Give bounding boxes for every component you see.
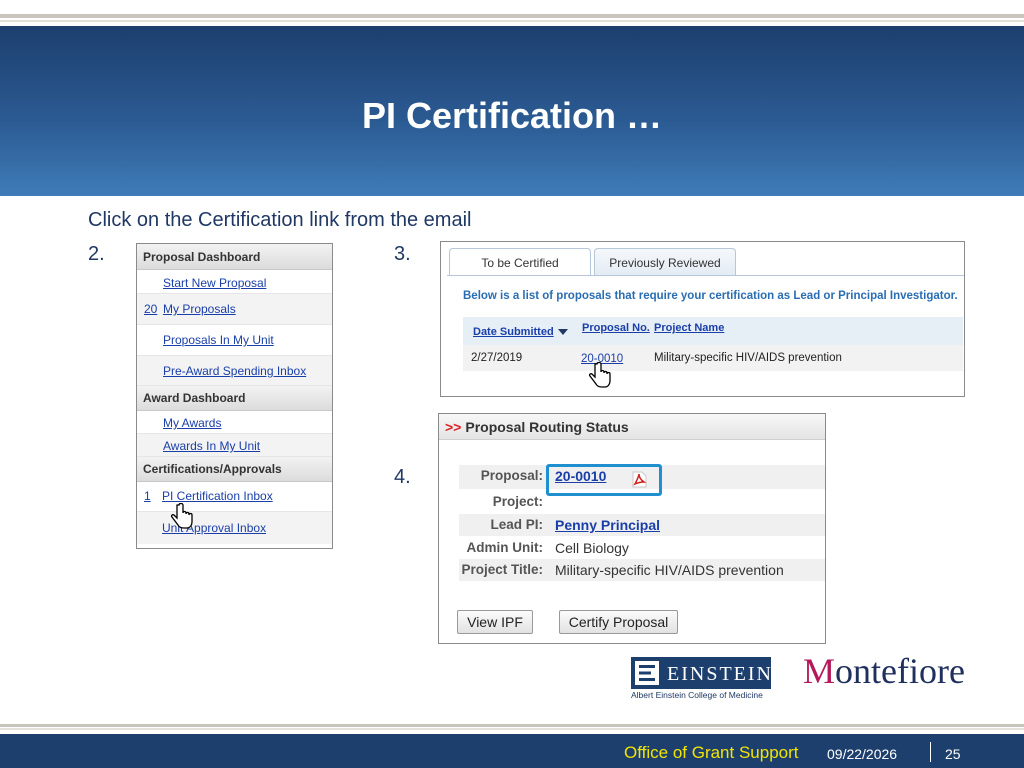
proposal-routing-panel: >> Proposal Routing Status Proposal: 20-0… <box>438 413 826 644</box>
montefiore-logo: Montefiore <box>803 650 965 692</box>
cell-date-submitted: 2/27/2019 <box>471 352 523 364</box>
routing-heading-label: Proposal Routing Status <box>465 419 629 435</box>
pdf-icon[interactable] <box>631 471 647 488</box>
column-header-label[interactable]: Date Submitted <box>473 326 554 338</box>
sidebar-item-label[interactable]: Start New Proposal <box>163 276 266 290</box>
field-row-project-title: Project Title: Military-specific HIV/AID… <box>459 559 825 581</box>
sidebar-item-label[interactable]: My Proposals <box>163 302 236 316</box>
top-rule <box>0 14 1024 18</box>
table-header: Date Submitted Proposal No. Project Name <box>463 317 963 345</box>
lead-pi-link[interactable]: Penny Principal <box>555 517 660 533</box>
footer-bar: Office of Grant Support 09/22/2026 25 <box>0 734 1024 768</box>
top-rule-thin <box>0 20 1024 22</box>
certification-description: Below is a list of proposals that requir… <box>463 290 958 302</box>
sidebar-item-start-new-proposal[interactable]: Start New Proposal <box>137 270 332 294</box>
count-badge[interactable]: 1 <box>144 487 151 505</box>
field-row-lead-pi: Lead PI: Penny Principal <box>459 514 825 536</box>
sidebar-item-pre-award-spending-inbox[interactable]: Pre-Award Spending Inbox <box>137 356 332 386</box>
section-heading-award-dashboard: Award Dashboard <box>137 386 332 411</box>
column-header-date-submitted[interactable]: Date Submitted <box>473 326 568 338</box>
slide-title: PI Certification … <box>361 95 663 136</box>
view-ipf-button[interactable]: View IPF <box>457 610 533 634</box>
footer-office: Office of Grant Support <box>624 743 799 762</box>
sidebar-item-my-proposals[interactable]: 20 My Proposals <box>137 294 332 325</box>
dashboard-sidebar: Proposal Dashboard Start New Proposal 20… <box>136 243 333 549</box>
step-label-3: 3. <box>394 243 411 265</box>
hand-cursor-icon <box>588 362 611 388</box>
field-value: Military-specific HIV/AIDS prevention <box>555 562 784 578</box>
sidebar-item-label[interactable]: Awards In My Unit <box>163 439 260 453</box>
double-arrow-icon: >> <box>445 419 462 435</box>
tab-divider <box>447 275 964 276</box>
einstein-logo: EINSTEIN <box>631 657 771 689</box>
certify-proposal-button[interactable]: Certify Proposal <box>559 610 678 634</box>
montefiore-wordmark: ontefiore <box>835 651 965 691</box>
table-row: 2/27/2019 20-0010 Military-specific HIV/… <box>463 345 963 371</box>
einstein-subtitle: Albert Einstein College of Medicine <box>631 690 763 700</box>
section-heading-proposal-dashboard: Proposal Dashboard <box>137 244 332 270</box>
field-label: Project Title: <box>461 562 543 577</box>
field-label: Project: <box>492 494 543 509</box>
section-heading-certifications-approvals: Certifications/Approvals <box>137 457 332 482</box>
routing-heading: >> Proposal Routing Status <box>439 414 825 440</box>
field-value: Cell Biology <box>555 540 629 556</box>
tab-to-be-certified[interactable]: To be Certified <box>449 248 591 276</box>
sidebar-item-pi-certification-inbox[interactable]: 1 PI Certification Inbox <box>137 482 332 512</box>
sidebar-item-proposals-in-my-unit[interactable]: Proposals In My Unit <box>137 325 332 356</box>
sidebar-item-label[interactable]: My Awards <box>163 416 221 430</box>
sidebar-item-label[interactable]: Proposals In My Unit <box>163 333 274 347</box>
sidebar-item-awards-in-my-unit[interactable]: Awards In My Unit <box>137 434 332 457</box>
field-label: Proposal: <box>480 468 543 483</box>
step-label-4: 4. <box>394 466 411 488</box>
certification-list-panel: To be Certified Previously Reviewed Belo… <box>440 241 965 397</box>
footer-date: 09/22/2026 <box>827 746 898 762</box>
tab-previously-reviewed[interactable]: Previously Reviewed <box>594 248 736 276</box>
sidebar-item-label[interactable]: Pre-Award Spending Inbox <box>163 364 306 378</box>
column-header-project-name[interactable]: Project Name <box>654 322 724 334</box>
field-label: Admin Unit: <box>466 540 544 555</box>
montefiore-initial: M <box>803 651 836 691</box>
einstein-wordmark: EINSTEIN <box>667 663 773 685</box>
sidebar-item-unit-approval-inbox[interactable]: Unit Approval Inbox <box>137 512 332 544</box>
page-number: 25 <box>945 746 961 762</box>
step-label-2: 2. <box>88 243 105 265</box>
footer-rule-thin <box>0 728 1024 730</box>
field-label: Lead PI: <box>490 517 543 532</box>
footer-rule <box>0 724 1024 727</box>
count-badge[interactable]: 20 <box>144 300 157 318</box>
field-row-admin-unit: Admin Unit: Cell Biology <box>459 537 825 559</box>
cell-project-name: Military-specific HIV/AIDS prevention <box>654 352 842 364</box>
column-header-proposal-no[interactable]: Proposal No. <box>582 322 650 334</box>
sidebar-item-my-awards[interactable]: My Awards <box>137 411 332 434</box>
footer-separator <box>930 742 931 762</box>
einstein-mark-icon <box>635 661 659 685</box>
sidebar-item-label[interactable]: PI Certification Inbox <box>162 489 273 503</box>
sort-descending-icon[interactable] <box>557 329 568 336</box>
hand-cursor-icon <box>170 503 193 529</box>
intro-text: Click on the Certification link from the… <box>88 209 472 231</box>
